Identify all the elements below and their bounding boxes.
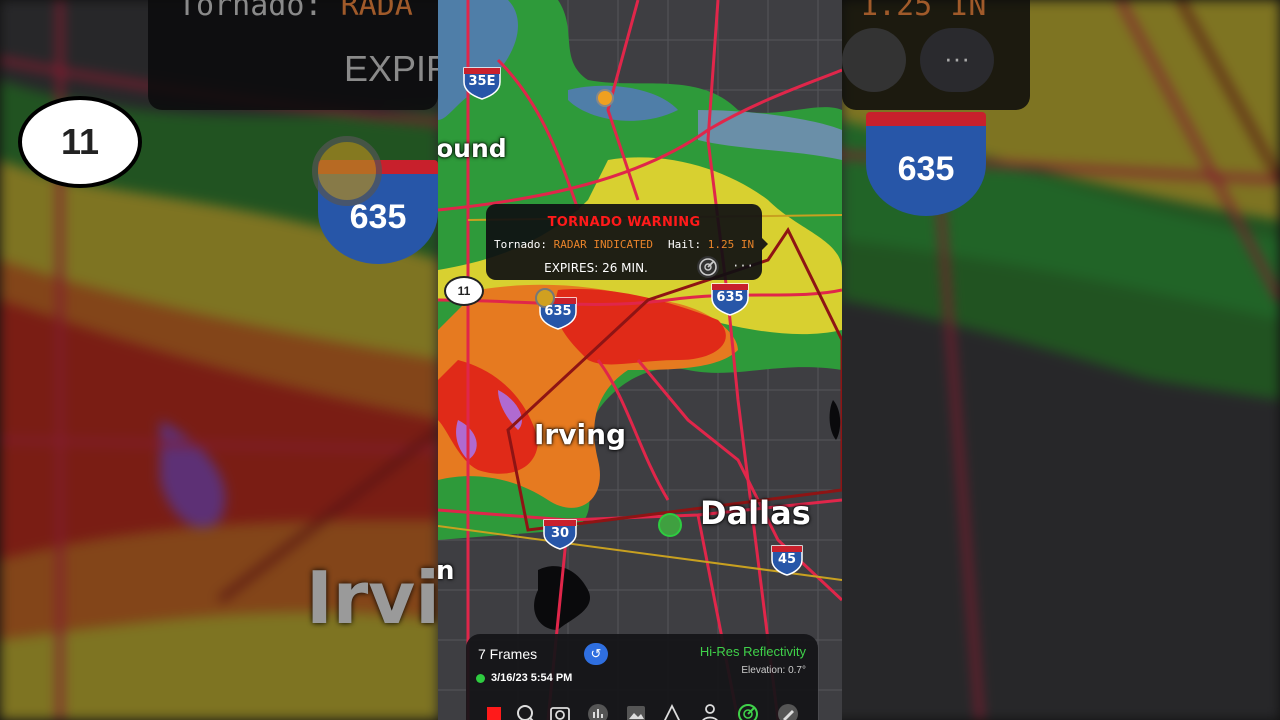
background-tornado-text: Tornado: RADA bbox=[178, 0, 413, 23]
hail-value: 1.25 IN bbox=[707, 238, 755, 251]
background-shield-635-right: 635 bbox=[866, 112, 986, 216]
shield-i35e: 35E bbox=[468, 74, 496, 89]
radar-map-screen[interactable]: 35E 635 635 30 45 11 ound Irving Dallas … bbox=[438, 0, 842, 720]
chart-icon[interactable] bbox=[586, 702, 610, 720]
popup-pointer bbox=[762, 238, 768, 250]
elevation-label: Elevation: 0.7° bbox=[741, 665, 806, 676]
shield-i45: 45 bbox=[777, 552, 797, 567]
hail-label: Hail: bbox=[668, 238, 702, 251]
more-options-icon[interactable]: ··· bbox=[730, 256, 756, 278]
background-location-dot bbox=[312, 136, 382, 206]
camera-icon[interactable] bbox=[548, 702, 572, 720]
image-icon[interactable] bbox=[624, 702, 648, 720]
radar-icon[interactable] bbox=[697, 256, 719, 278]
tornado-value: RADAR INDICATED bbox=[553, 238, 653, 251]
layer-name[interactable]: Hi-Res Reflectivity bbox=[700, 644, 806, 659]
tornado-label: Tornado: bbox=[494, 238, 547, 251]
tornado-indicator: Tornado: RADAR INDICATED bbox=[494, 238, 653, 251]
shield-i635-left: 635 bbox=[544, 304, 572, 319]
background-more-icon: ··· bbox=[920, 28, 994, 92]
shield-i30: 30 bbox=[550, 526, 570, 541]
radar-icon[interactable] bbox=[736, 702, 760, 720]
draw-icon[interactable] bbox=[660, 702, 684, 720]
city-label-irving[interactable]: Irving bbox=[534, 418, 626, 451]
city-label-partial-top: ound bbox=[438, 134, 507, 163]
shield-state-route: 11 bbox=[444, 276, 484, 306]
radar-map[interactable] bbox=[438, 0, 842, 720]
background-shield-11: 11 bbox=[18, 96, 142, 188]
shield-i635-right: 635 bbox=[716, 290, 744, 305]
background-expires-text: EXPIR bbox=[344, 48, 453, 89]
toolbar bbox=[480, 702, 810, 720]
search-icon[interactable] bbox=[514, 702, 538, 720]
pencil-icon[interactable] bbox=[776, 702, 800, 720]
background-radar-icon bbox=[842, 28, 906, 92]
frame-timestamp: 3/16/23 5:54 PM bbox=[491, 672, 573, 684]
warning-title: TORNADO WARNING bbox=[547, 215, 701, 230]
frames-count: 7 Frames bbox=[478, 646, 538, 662]
background-city-irving: Irvi bbox=[306, 556, 440, 640]
stop-icon[interactable] bbox=[482, 702, 506, 720]
location-icon[interactable] bbox=[698, 702, 722, 720]
city-label-partial-bottom: n bbox=[438, 556, 455, 586]
radar-control-panel: 7 Frames ↺ Hi-Res Reflectivity Elevation… bbox=[466, 634, 818, 720]
tornado-warning-popup[interactable]: TORNADO WARNING Tornado: RADAR INDICATED… bbox=[486, 204, 768, 280]
warning-expires: EXPIRES: 26 MIN. bbox=[544, 261, 648, 275]
live-status-dot bbox=[476, 674, 485, 683]
city-label-dallas[interactable]: Dallas bbox=[700, 494, 811, 532]
replay-icon[interactable]: ↺ bbox=[584, 643, 608, 665]
hail-indicator: Hail: 1.25 IN bbox=[668, 238, 754, 251]
background-hail-text: 1.25 IN bbox=[860, 0, 987, 23]
